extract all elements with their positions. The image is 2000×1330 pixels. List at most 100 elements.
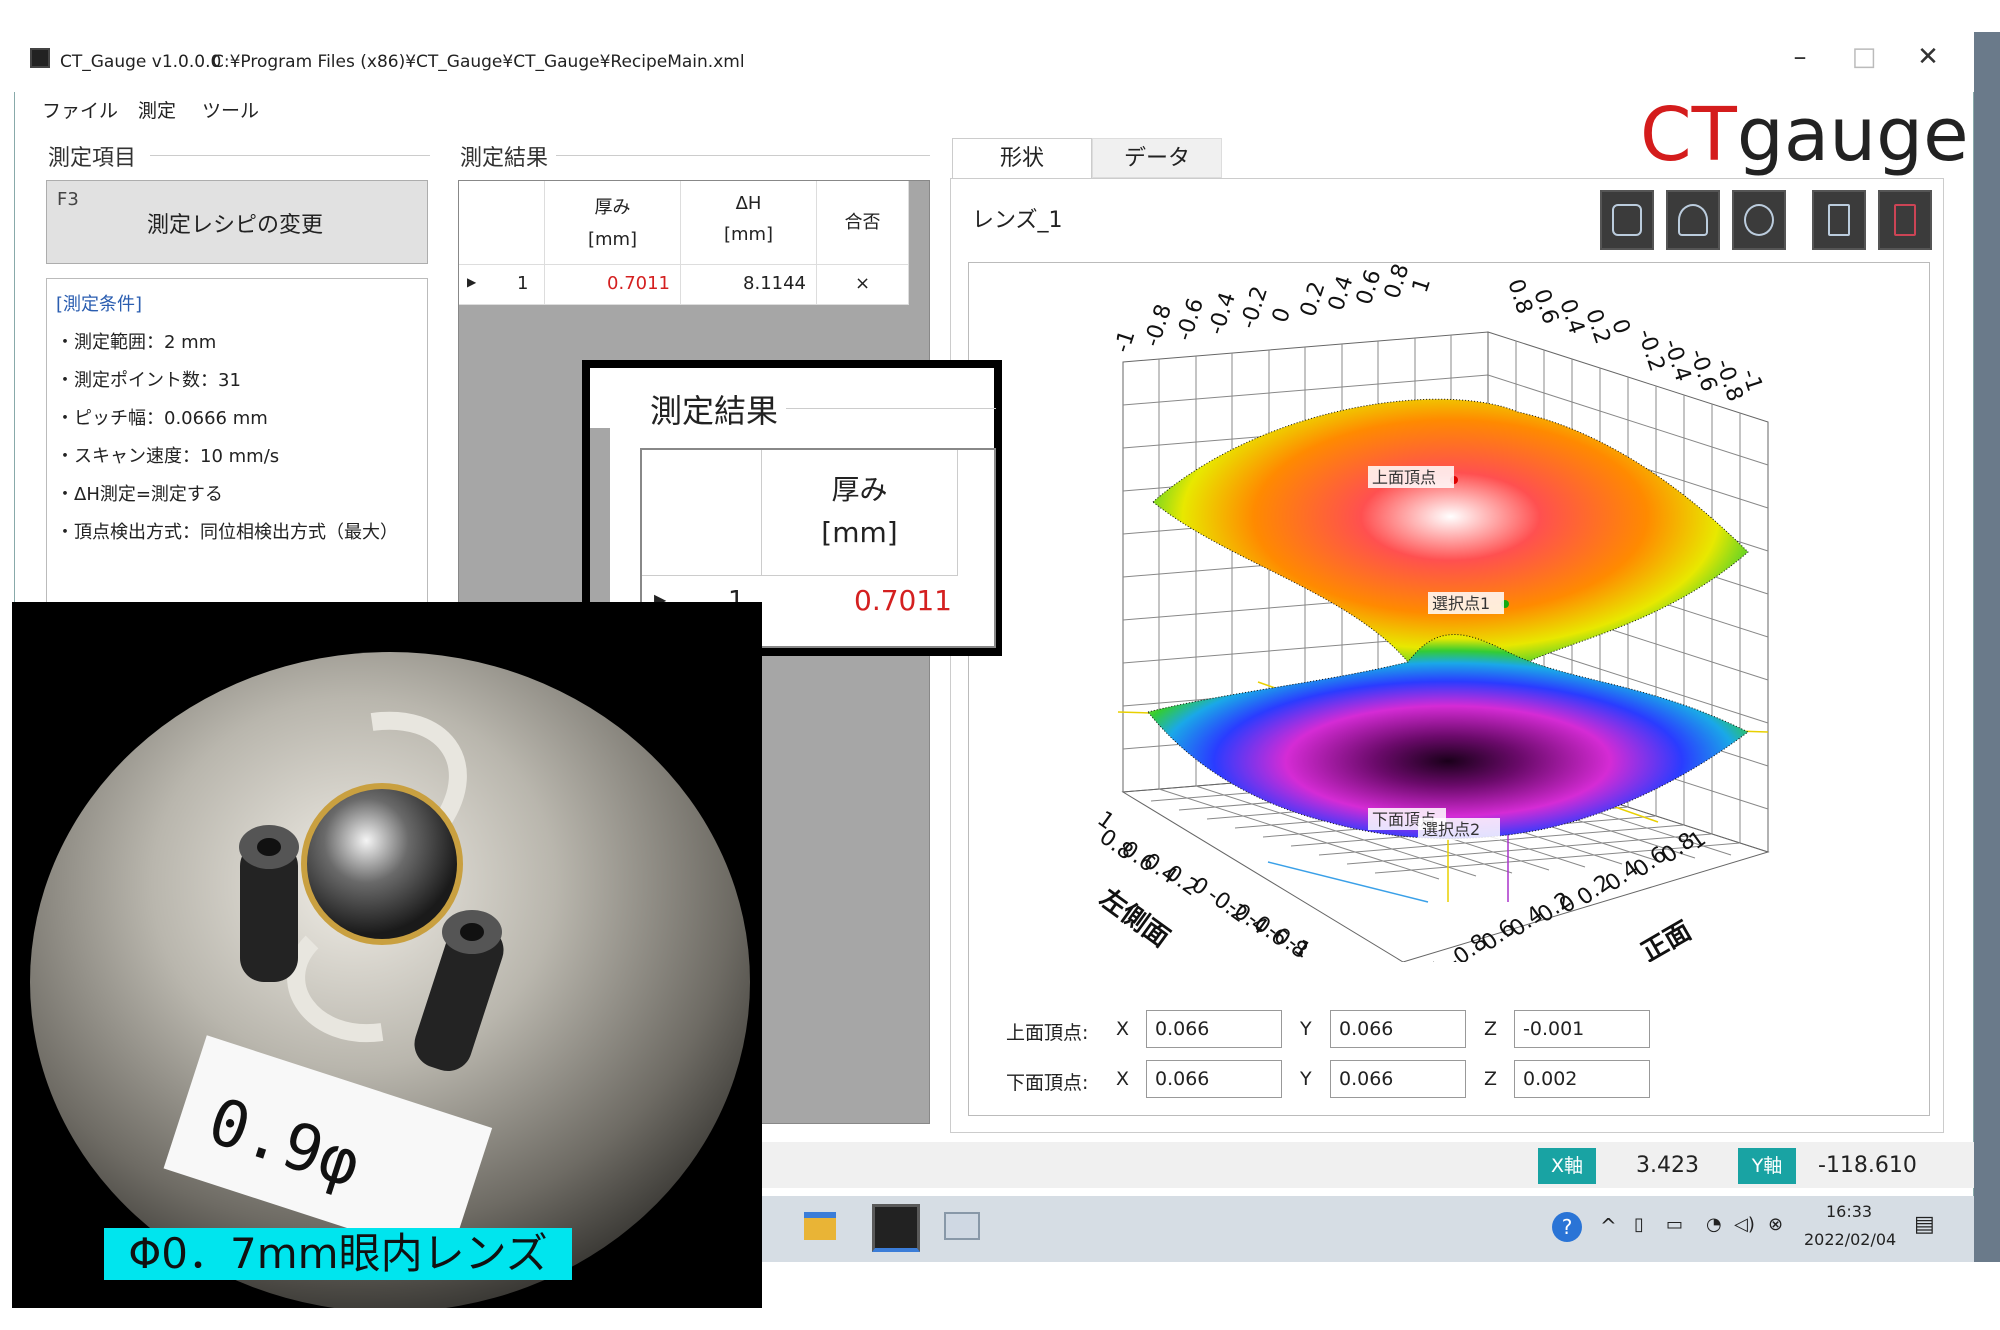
condition-dh: ・ΔH測定=測定する [56,484,223,505]
top-y-value: 0.066 [1339,1018,1394,1040]
bottom-x-field[interactable]: 0.066 [1146,1060,1282,1098]
chevron-up-icon[interactable]: ^ [1600,1214,1617,1238]
lens-optic [301,783,463,945]
photo-caption: Φ0．7mm眼内レンズ [104,1228,572,1280]
app-taskbar-icon[interactable] [944,1212,980,1240]
battery-icon[interactable]: ▭ [1666,1214,1683,1235]
lens-3d-plot[interactable]: 上面頂点 選択点1 下面頂点 選択点2 -1 -0.8 -0.6 -0.4 -0… [968,262,1930,962]
top-left-ticks: -1 -0.8 -0.6 -0.4 -0.2 0 0.2 0.4 0.6 0.8… [1110,262,1436,356]
conditions-title: [測定条件] [56,294,143,315]
tab-shape[interactable]: 形状 [952,138,1092,178]
notification-icon[interactable]: ▤ [1914,1212,1935,1237]
maximize-button[interactable]: □ [1844,42,1884,72]
top-z-field[interactable]: -0.001 [1514,1010,1650,1048]
top-x-field[interactable]: 0.066 [1146,1010,1282,1048]
help-icon[interactable]: ? [1552,1212,1582,1242]
view-top-lens-icon[interactable] [1666,190,1720,250]
tick-label: -0.4 [1204,289,1241,338]
window-file-path: C:¥Program Files (x86)¥CT_Gauge¥CT_Gauge… [212,52,745,72]
cell-dh[interactable]: 8.1144 [681,265,817,305]
wifi-icon[interactable]: ◔ [1706,1214,1722,1235]
menu-tools[interactable]: ツール [202,96,259,123]
desktop-background [1974,32,2000,1262]
top-x-value: 0.066 [1155,1018,1210,1040]
device-icon[interactable]: ▯ [1634,1214,1644,1235]
ctgauge-taskbar-icon[interactable] [872,1204,920,1252]
condition-pitch: ・ピッチ幅：0.0666 mm [56,408,268,429]
results-title: 測定結果 [460,146,549,171]
header-rowhead [459,181,545,265]
minimize-button[interactable]: – [1780,42,1820,72]
view-section-marker-icon[interactable] [1878,190,1932,250]
header-dh[interactable]: ΔH [mm] [681,181,817,265]
header-thickness-label: 厚み [594,197,631,218]
bottom-apex-coord-label: 下面頂点: [1006,1072,1089,1094]
pass-value: × [854,273,871,294]
x-axis-value: 3.423 [1636,1153,1699,1178]
x-axis-badge-text: X軸 [1550,1155,1584,1177]
bottom-z-value: 0.002 [1523,1068,1578,1090]
tab-data-label: データ [1123,146,1190,171]
network-off-icon[interactable]: ⊗ [1768,1214,1783,1235]
window-title: CT_Gauge v1.0.0.0 [60,52,222,72]
header-dh-label: ΔH [735,193,762,214]
bottom-left-ticks: 1 0.8 0.6 0.4 0.2 0 -0.2 -0.4 -0.6 -0.8 … [1092,807,1314,962]
bottom-x-value: 0.066 [1155,1068,1210,1090]
row-number: 1 [517,273,529,294]
lens-photo: 0.9φ [12,602,762,1308]
header-thickness[interactable]: 厚み [mm] [545,181,681,265]
logo-ct-text: CT [1640,92,1737,178]
cell-pass[interactable]: × [817,265,909,305]
menu-file[interactable]: ファイル [42,96,118,123]
bottom-y-field[interactable]: 0.066 [1330,1060,1466,1098]
tab-data[interactable]: データ [1092,138,1222,178]
row-selector-icon: ▶ [467,275,477,289]
measurement-items-title: 測定項目 [48,146,137,171]
volume-icon[interactable]: ◁) [1734,1214,1755,1235]
tick-label: 1 [1408,275,1436,296]
bottom-z-label: Z [1484,1068,1498,1090]
thickness-value: 0.7011 [607,273,670,294]
top-right-ticks: 0.8 0.6 0.4 0.2 0 -0.2 -0.4 -0.6 -0.8 -1 [1502,276,1767,405]
recipe-button-label: 測定レシピの変更 [147,213,324,238]
tab-shape-label: 形状 [999,146,1044,171]
cell-thickness[interactable]: 0.7011 [545,265,681,305]
dh-value: 8.1144 [743,273,806,294]
select-point-2-label: 選択点2 [1422,820,1480,839]
tick-label: -0.6 [1172,295,1209,344]
zoom-divider [786,408,996,409]
header-pass[interactable]: 合否 [817,181,909,265]
tick-label: -0.8 [1140,301,1177,350]
select-point-1-label: 選択点1 [1432,594,1490,613]
close-button[interactable]: ✕ [1908,42,1948,72]
zoom-header-cell: 厚み [mm] [762,450,958,576]
condition-scan-speed: ・スキャン速度：10 mm/s [56,446,280,467]
ctgauge-logo: CTgauge [1640,92,1969,178]
axis-label-left-side: 左側面 [1094,883,1175,953]
condition-points: ・測定ポイント数：31 [56,370,241,391]
clock-time[interactable]: 16:33 [1826,1202,1872,1221]
y-axis-badge: Y軸 [1738,1148,1796,1184]
top-x-label: X [1116,1018,1130,1040]
y-axis-value: -118.610 [1818,1153,1917,1178]
bottom-x-label: X [1116,1068,1130,1090]
table-row[interactable]: ▶ 1 [459,265,545,305]
file-explorer-icon[interactable] [804,1212,836,1240]
zoom-row-head [642,450,762,576]
group-divider [150,155,430,156]
top-y-field[interactable]: 0.066 [1330,1010,1466,1048]
view-circle-icon[interactable] [1732,190,1786,250]
zoom-header-unit: [mm] [821,516,898,549]
bottom-z-field[interactable]: 0.002 [1514,1060,1650,1098]
recipe-shortcut-key: F3 [57,189,79,210]
bottom-y-value: 0.066 [1339,1068,1394,1090]
change-recipe-button[interactable]: F3 測定レシピの変更 [46,180,428,264]
clock-date[interactable]: 2022/02/04 [1804,1230,1896,1249]
zoom-title: 測定結果 [650,392,779,430]
group-divider [556,155,930,156]
menu-measure[interactable]: 測定 [138,96,176,123]
zoom-value: 0.7011 [854,584,952,617]
header-dh-unit: [mm] [723,224,774,245]
view-section-icon[interactable] [1812,190,1866,250]
view-3d-icon[interactable] [1600,190,1654,250]
